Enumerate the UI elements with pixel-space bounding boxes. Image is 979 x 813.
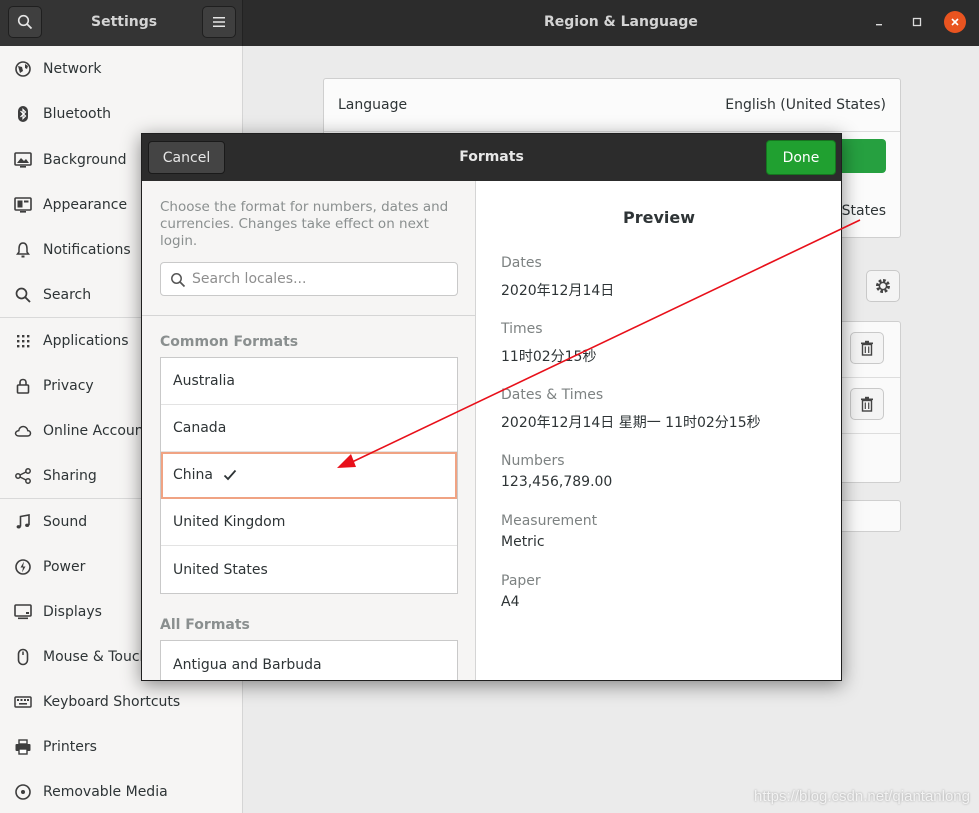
annotation-arrow: [337, 219, 861, 468]
watermark: https://blog.csdn.net/qiantanlong: [754, 788, 970, 805]
